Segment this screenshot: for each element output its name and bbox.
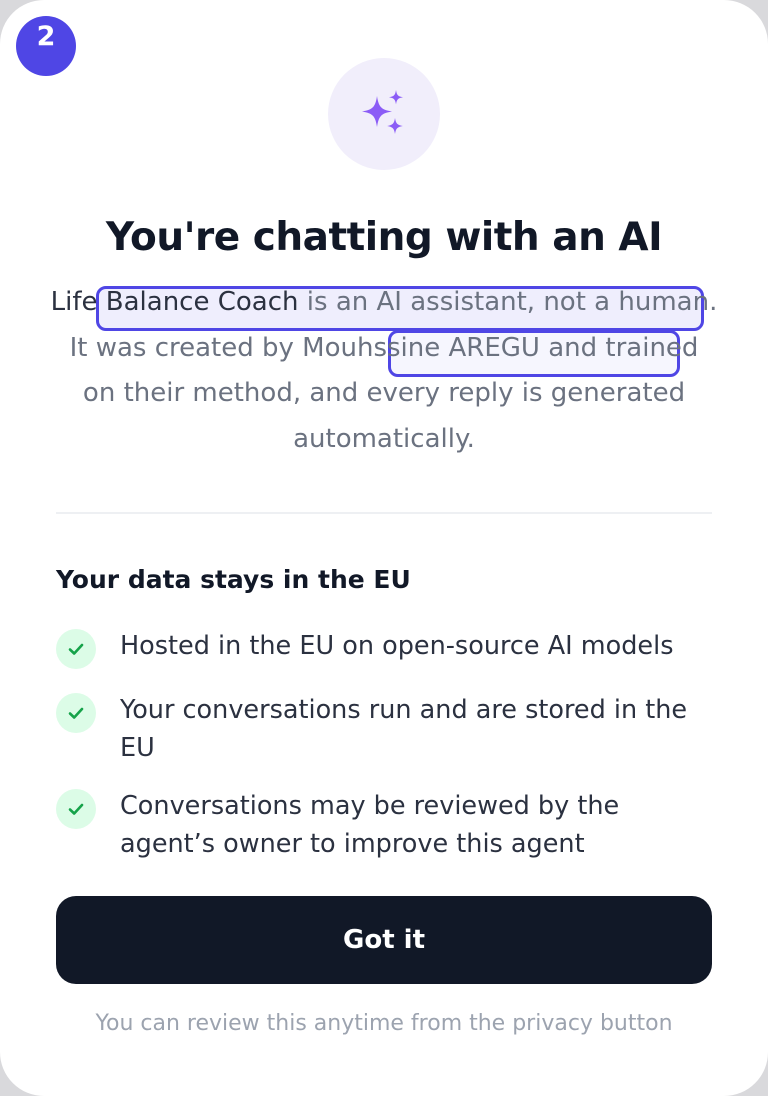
dialog-title: You're chatting with an AI [105,215,663,260]
step-number-badge: 2 [16,16,76,76]
check-icon [56,693,96,733]
check-icon [56,789,96,829]
hero-icon-circle [328,58,440,170]
creator-name: Mouhssine AREGU [302,332,540,363]
check-icon [56,629,96,669]
data-section-heading: Your data stays in the EU [56,565,411,594]
agent-name: Life Balance Coach [50,287,299,317]
section-divider [56,512,712,514]
data-feature-text: Conversations may be reviewed by the age… [120,791,620,859]
got-it-button[interactable]: Got it [56,896,712,984]
sparkles-icon [362,90,403,134]
ai-disclosure-dialog: 2 You're chatting with an AI Life Balanc… [0,0,768,1096]
data-feature-text: Hosted in the EU on open-source AI model… [120,631,674,661]
privacy-footer-note: You can review this anytime from the pri… [95,1011,673,1036]
intro-paragraph: Life Balance Coach is an AI assistant, n… [50,280,718,462]
data-feature-text: Your conversations run and are stored in… [120,695,688,763]
